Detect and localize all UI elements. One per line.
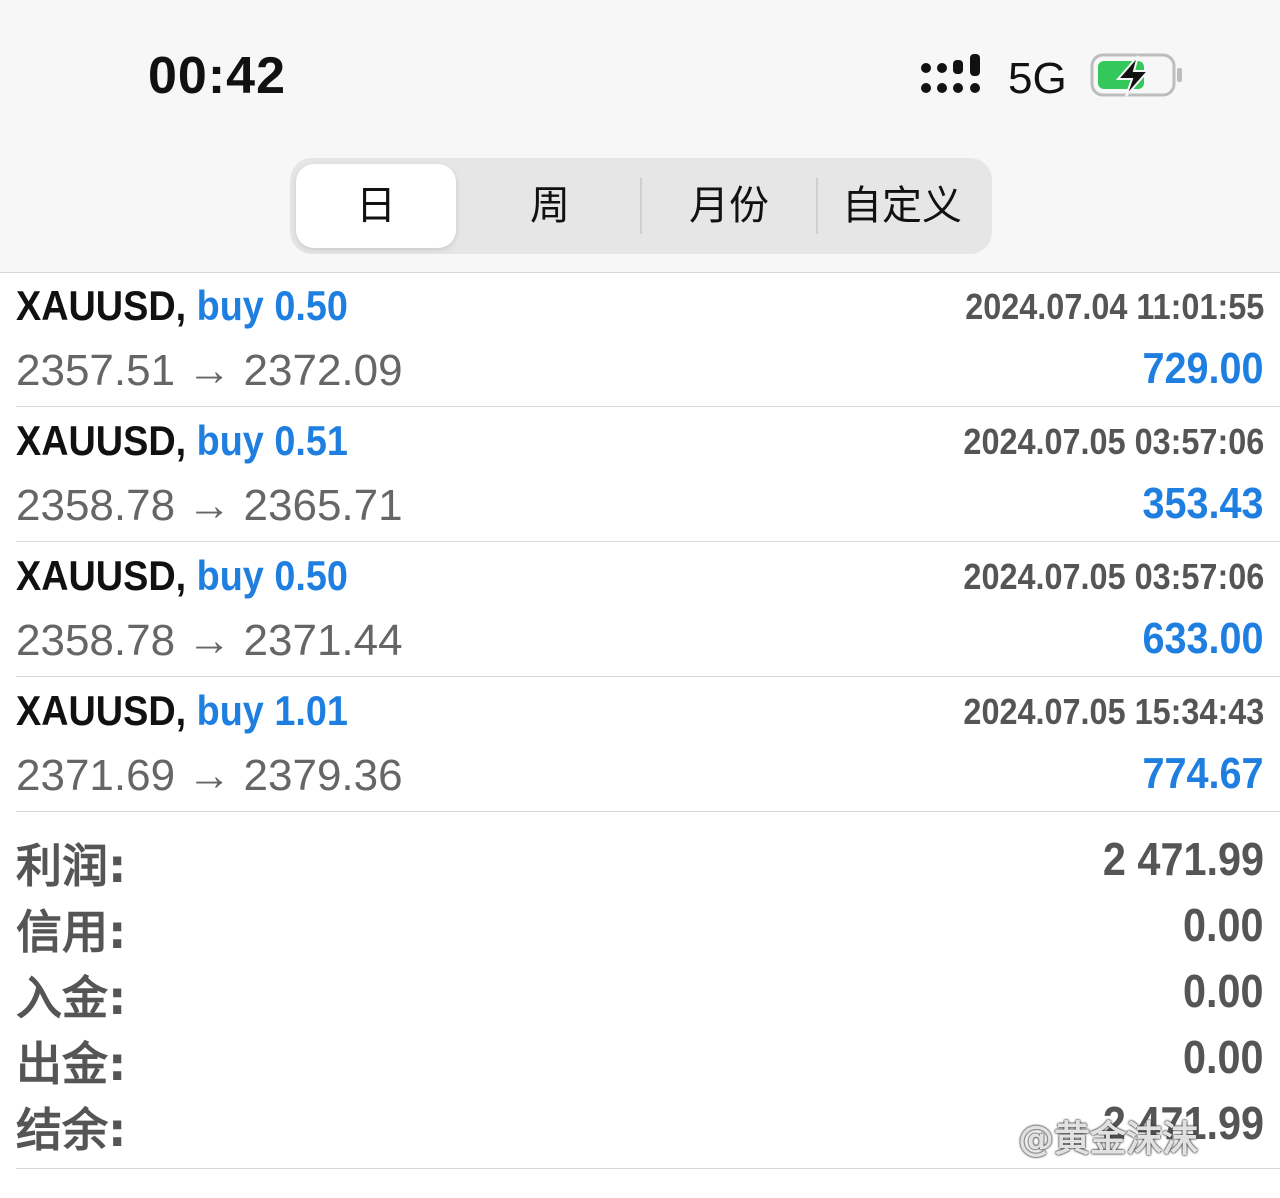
tab-custom[interactable]: 自定义 [818, 164, 986, 248]
summary-label: 结余: [16, 1103, 127, 1157]
trade-prices: 2358.78 → 2371.44 [16, 616, 403, 666]
trade-symbol: XAUUSD, [16, 417, 187, 464]
tab-month[interactable]: 月份 [642, 164, 816, 248]
trade-side-volume: buy 1.01 [196, 687, 348, 734]
battery-charging-icon [1090, 53, 1182, 97]
trade-prices: 2358.78 → 2365.71 [16, 481, 403, 531]
trade-symbol: XAUUSD, [16, 282, 187, 329]
arrow-icon: → [187, 751, 232, 800]
summary-label: 入金: [16, 971, 127, 1025]
trade-symbol: XAUUSD, [16, 687, 187, 734]
trade-time: 2024.07.05 03:57:06 [963, 556, 1264, 597]
trade-row[interactable]: XAUUSD, buy 0.51 2024.07.05 03:57:06 235… [16, 407, 1280, 542]
summary-label: 利润: [16, 839, 127, 893]
top-bar: 00:42 5G 日 周 月份 自定义 [0, 0, 1280, 273]
summary-label: 信用: [16, 905, 127, 959]
summary-value: 2 471.99 [1102, 833, 1264, 885]
tab-day[interactable]: 日 [296, 164, 456, 248]
open-price: 2358.78 [16, 481, 176, 530]
summary-withdrawal: 出金: 0.00 [16, 1028, 1264, 1094]
trade-row[interactable]: XAUUSD, buy 0.50 2024.07.04 11:01:55 235… [16, 272, 1280, 407]
arrow-icon: → [187, 481, 232, 530]
open-price: 2358.78 [16, 616, 176, 665]
trade-symbol-line: XAUUSD, buy 0.50 [16, 552, 348, 600]
arrow-icon: → [187, 616, 232, 665]
summary-credit: 信用: 0.00 [16, 896, 1264, 962]
trade-side-volume: buy 0.50 [196, 282, 348, 329]
trade-symbol-line: XAUUSD, buy 0.50 [16, 282, 348, 330]
trade-side-volume: buy 0.51 [196, 417, 348, 464]
trade-side-volume: buy 0.50 [196, 552, 348, 599]
close-price: 2365.71 [243, 481, 403, 530]
trade-prices: 2371.69 → 2379.36 [16, 751, 403, 801]
trade-profit: 729.00 [1142, 344, 1264, 393]
watermark: @黄金沫沫 [1018, 1119, 1199, 1160]
summary-value: 0.00 [1183, 1031, 1264, 1083]
tab-week[interactable]: 周 [462, 164, 638, 248]
trade-time: 2024.07.05 15:34:43 [963, 691, 1264, 732]
open-price: 2371.69 [16, 751, 176, 800]
close-price: 2371.44 [243, 616, 403, 665]
close-price: 2372.09 [243, 346, 403, 395]
trade-profit: 353.43 [1142, 479, 1264, 528]
trade-symbol: XAUUSD, [16, 552, 187, 599]
close-price: 2379.36 [243, 751, 403, 800]
bottom-divider [16, 1168, 1280, 1169]
trade-profit: 774.67 [1142, 749, 1264, 798]
trade-time: 2024.07.05 03:57:06 [963, 421, 1264, 462]
trade-symbol-line: XAUUSD, buy 1.01 [16, 687, 348, 735]
network-label: 5G [1008, 54, 1067, 103]
trade-row[interactable]: XAUUSD, buy 0.50 2024.07.05 03:57:06 235… [16, 542, 1280, 677]
summary-label: 出金: [16, 1037, 127, 1091]
open-price: 2357.51 [16, 346, 176, 395]
trade-profit: 633.00 [1142, 614, 1264, 663]
period-segmented-control: 日 周 月份 自定义 [290, 158, 992, 254]
summary-value: 0.00 [1183, 965, 1264, 1017]
status-time: 00:42 [148, 47, 286, 105]
signal-bars-icon [921, 54, 980, 93]
trade-time: 2024.07.04 11:01:55 [964, 286, 1264, 327]
summary-profit: 利润: 2 471.99 [16, 830, 1264, 896]
summary-deposit: 入金: 0.00 [16, 962, 1264, 1028]
trade-symbol-line: XAUUSD, buy 0.51 [16, 417, 348, 465]
trade-prices: 2357.51 → 2372.09 [16, 346, 403, 396]
trade-row[interactable]: XAUUSD, buy 1.01 2024.07.05 15:34:43 237… [16, 677, 1280, 812]
arrow-icon: → [187, 346, 232, 395]
summary-value: 0.00 [1183, 899, 1264, 951]
